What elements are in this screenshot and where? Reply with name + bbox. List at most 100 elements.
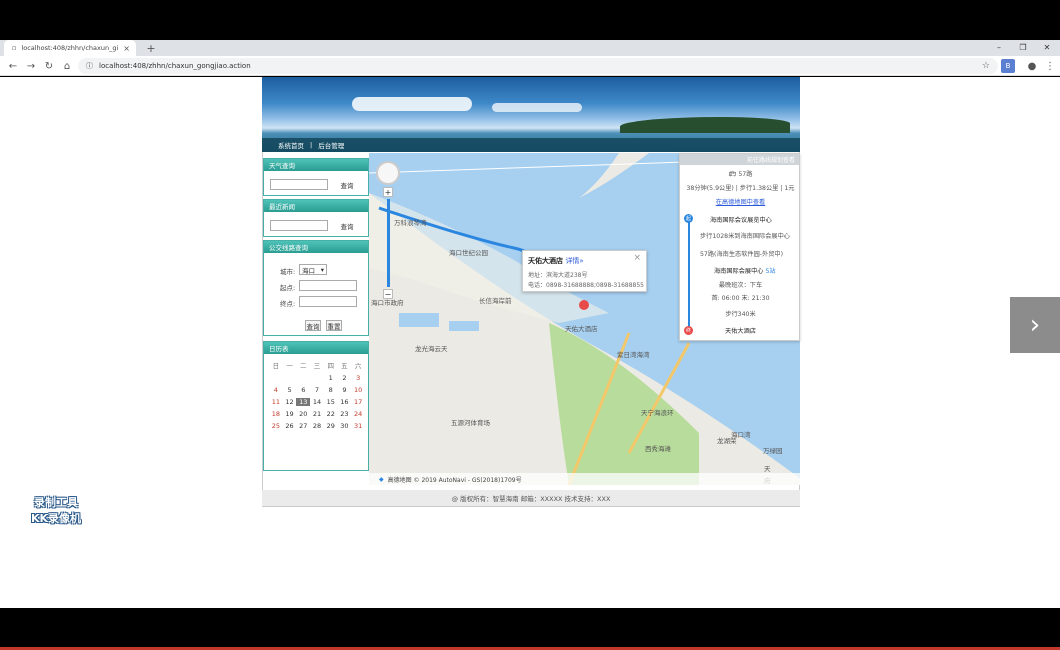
calendar-day[interactable]: 16 xyxy=(338,398,352,406)
transit-query-button[interactable]: 查询 xyxy=(305,320,321,331)
browser-tab[interactable]: ▫ localhost:408/zhhn/chaxun_gi × xyxy=(4,40,136,56)
tab-title: localhost:408/zhhn/chaxun_gi xyxy=(21,44,119,52)
calendar-day[interactable]: 1 xyxy=(324,374,338,382)
news-query-button[interactable]: 查询 xyxy=(336,220,358,231)
calendar-day[interactable]: 15 xyxy=(324,398,338,406)
route-map-link[interactable]: 在高德地图中查看 xyxy=(680,197,801,206)
calendar-day[interactable]: 13 xyxy=(296,398,311,406)
nav-admin-link[interactable]: 后台管理 xyxy=(318,140,344,150)
calendar-day xyxy=(283,374,297,382)
calendar-day[interactable]: 24 xyxy=(351,410,365,418)
route-destination: 天佑大酒店 xyxy=(725,328,756,335)
nav-separator: | xyxy=(310,141,313,149)
calendar-day[interactable]: 27 xyxy=(296,422,310,430)
calendar-day[interactable]: 4 xyxy=(269,386,283,394)
map-label: 紫日湾海湾 xyxy=(617,351,650,359)
calendar-day[interactable]: 14 xyxy=(310,398,324,406)
minimize-icon[interactable]: – xyxy=(988,40,1010,54)
calendar-day[interactable]: 9 xyxy=(338,386,352,394)
amap-logo-icon: ◆ xyxy=(379,475,384,483)
compass-icon[interactable] xyxy=(376,161,400,185)
back-icon[interactable]: ← xyxy=(6,59,20,73)
map-label: 海口世纪公园 xyxy=(449,249,488,257)
next-arrow-icon[interactable]: › xyxy=(1010,297,1060,353)
zoom-in-button[interactable]: + xyxy=(383,187,393,197)
calendar-day[interactable]: 21 xyxy=(310,410,324,418)
calendar-day[interactable]: 18 xyxy=(269,410,283,418)
poi-detail-link[interactable]: 详情» xyxy=(565,257,583,265)
zoom-out-button[interactable]: − xyxy=(383,289,393,299)
calendar-day[interactable]: 11 xyxy=(269,398,283,406)
transit-title: 公交线路查询 xyxy=(264,241,368,253)
home-icon[interactable]: ⌂ xyxy=(60,59,74,73)
window-close-icon[interactable]: ✕ xyxy=(1036,40,1058,54)
url-text: localhost:408/zhhn/chaxun_gongjiao.actio… xyxy=(99,62,251,70)
calendar-day[interactable]: 5 xyxy=(283,386,297,394)
poi-phone: 电话：0898-31688888;0898-31688855 xyxy=(528,282,644,289)
transit-reset-button[interactable]: 重置 xyxy=(326,320,342,331)
bookmark-star-icon[interactable]: ☆ xyxy=(982,61,990,71)
calendar-day[interactable]: 3 xyxy=(351,374,365,382)
map-label: 龙光海云天 xyxy=(415,345,448,353)
calendar-day[interactable]: 28 xyxy=(310,422,324,430)
info-close-icon[interactable]: × xyxy=(633,253,641,263)
watermark-line2: KK录像机 xyxy=(30,512,82,525)
calendar-day[interactable]: 10 xyxy=(351,386,365,394)
weather-input[interactable] xyxy=(270,179,328,190)
calendar-day[interactable]: 31 xyxy=(351,422,365,430)
map-label: 万绿园 xyxy=(763,447,783,455)
calendar-day[interactable]: 20 xyxy=(296,410,310,418)
reload-icon[interactable]: ↻ xyxy=(42,59,56,73)
calendar-day[interactable]: 22 xyxy=(324,410,338,418)
map-label: 海口湾 xyxy=(731,431,751,439)
map-label: 西秀海滩 xyxy=(645,445,671,453)
map-label: 天 xyxy=(764,465,771,473)
calendar-day[interactable]: 19 xyxy=(283,410,297,418)
city-select[interactable]: 海口 ▾ xyxy=(299,264,327,275)
screen-bottom-bar xyxy=(0,608,1060,650)
calendar-day[interactable]: 6 xyxy=(296,386,310,394)
route-bus-line: 57路(海南生态软件园-外贸中) xyxy=(700,251,783,258)
calendar-title: 日历表 xyxy=(264,342,368,354)
info-icon: ⓘ xyxy=(86,62,93,70)
city-label: 城市: xyxy=(280,268,296,276)
calendar-day[interactable]: 17 xyxy=(351,398,365,406)
calendar-day[interactable]: 23 xyxy=(338,410,352,418)
calendar-day[interactable]: 8 xyxy=(324,386,338,394)
calendar-weekday: 四 xyxy=(327,362,334,370)
calendar-day[interactable]: 26 xyxy=(283,422,297,430)
route-stops[interactable]: 5站 xyxy=(765,268,775,275)
calendar-weekday: 二 xyxy=(300,362,307,370)
new-tab-icon[interactable]: + xyxy=(144,40,158,56)
calendar-day[interactable]: 29 xyxy=(324,422,338,430)
nav-home-link[interactable]: 系统首页 xyxy=(278,140,304,150)
news-input[interactable] xyxy=(270,220,328,231)
weather-query-button[interactable]: 查询 xyxy=(336,179,358,190)
menu-icon[interactable]: ⋮ xyxy=(1043,59,1057,73)
calendar-weekday: 六 xyxy=(354,362,362,370)
end-input[interactable] xyxy=(299,296,357,307)
poi-name: 天佑大酒店 xyxy=(528,257,563,265)
calendar-day[interactable]: 12 xyxy=(283,398,297,406)
calendar-day[interactable]: 7 xyxy=(310,386,324,394)
forward-icon[interactable]: → xyxy=(24,59,38,73)
map-label: 长信海岸前 xyxy=(479,297,512,305)
calendar-day[interactable]: 25 xyxy=(269,422,283,430)
route-summary: 38分钟(5.9公里) | 步行1.38公里 | 1元 xyxy=(686,185,795,192)
page-footer: @ 版权所有：智慧海南 邮箱：XXXXX 技术支持：XXX xyxy=(262,490,800,506)
extension-icon[interactable]: B xyxy=(1001,59,1015,73)
calendar-day[interactable]: 2 xyxy=(338,374,352,382)
address-bar[interactable]: ⓘ localhost:408/zhhn/chaxun_gongjiao.act… xyxy=(78,58,998,74)
calendar-day[interactable]: 30 xyxy=(338,422,352,430)
page-icon: ▫ xyxy=(12,44,17,52)
profile-icon[interactable]: ● xyxy=(1025,59,1039,73)
route-bus: 🚌︎ 57路 xyxy=(728,171,753,178)
map-label: 五源河体育场 xyxy=(451,419,490,427)
transit-panel: 公交线路查询 城市: 海口 ▾ 起点: 终点: 查询 重置 xyxy=(263,240,369,336)
start-label: 起点: xyxy=(280,284,296,292)
tab-close-icon[interactable]: × xyxy=(123,44,130,53)
start-input[interactable] xyxy=(299,280,357,291)
zoom-slider[interactable] xyxy=(387,199,390,287)
route-header[interactable]: 前往路线规划查看 xyxy=(680,154,799,165)
restore-icon[interactable]: ❐ xyxy=(1012,40,1034,54)
